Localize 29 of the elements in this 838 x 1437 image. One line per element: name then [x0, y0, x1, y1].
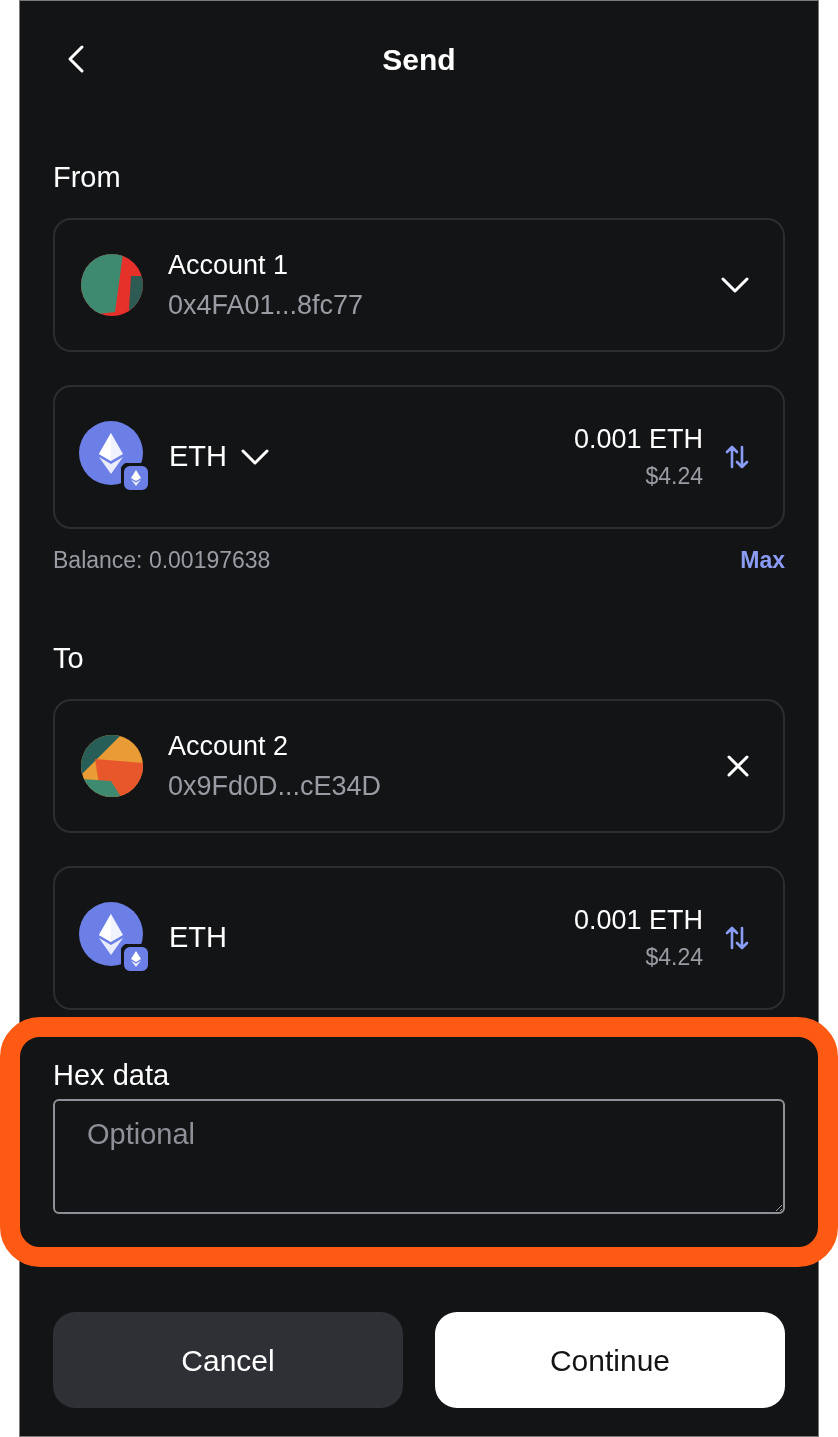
account-address: 0x9Fd0D...cE34D: [168, 770, 383, 803]
continue-button[interactable]: Continue: [435, 1312, 785, 1408]
swap-arrows-icon[interactable]: [725, 443, 749, 471]
account-name: Account 2: [168, 730, 290, 763]
chevron-down-icon[interactable]: [721, 277, 749, 293]
hex-data-field[interactable]: Optional: [53, 1099, 785, 1214]
account-selector[interactable]: Account 1 0x4FA01...8fc77: [53, 218, 785, 352]
token-symbol: ETH: [169, 920, 227, 956]
fiat-amount: $4.24: [645, 462, 703, 491]
token-amount[interactable]: 0.001 ETH: [573, 901, 703, 939]
token-symbol[interactable]: ETH: [169, 435, 227, 479]
close-icon[interactable]: [727, 755, 749, 777]
back-icon[interactable]: [67, 44, 85, 74]
eth-token-icon: [79, 902, 151, 974]
section-label: From: [53, 160, 122, 195]
account-selector[interactable]: Account 2 0x9Fd0D...cE34D: [53, 699, 785, 833]
account-name: Account 1: [168, 249, 290, 282]
max-link[interactable]: Max: [740, 542, 785, 578]
swap-arrows-icon[interactable]: [725, 924, 749, 952]
hex-data-label: Hex data: [53, 1058, 171, 1093]
account-address: 0x4FA01...8fc77: [168, 289, 365, 322]
token-chevron-icon[interactable]: [241, 449, 269, 465]
section-label: To: [53, 641, 85, 676]
fiat-amount: $4.24: [645, 943, 703, 972]
token-amount[interactable]: 0.001 ETH: [573, 420, 703, 458]
balance-text: Balance: 0.00197638: [53, 545, 271, 575]
screen-title: Send: [382, 41, 456, 78]
eth-token-icon: [79, 421, 151, 493]
cancel-button[interactable]: Cancel: [53, 1312, 403, 1408]
